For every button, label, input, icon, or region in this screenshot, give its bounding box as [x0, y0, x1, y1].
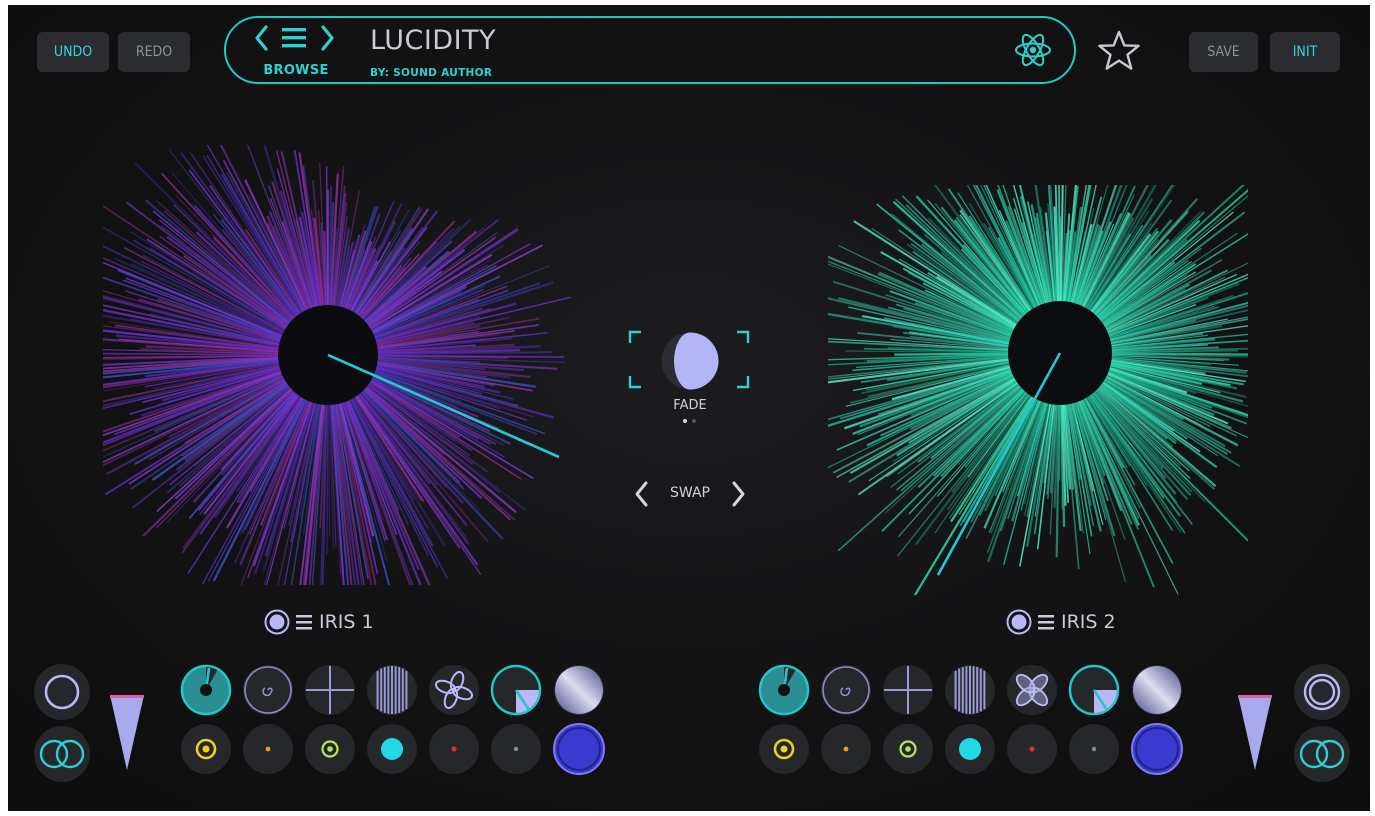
iris1-menu-icon[interactable]: [295, 613, 315, 631]
iris2-power-icon[interactable]: [1006, 609, 1032, 635]
iris1-label: IRIS 1: [319, 611, 374, 633]
iris1-shape-crosshair-icon[interactable]: [304, 664, 356, 716]
iris1-shape-spiral-icon[interactable]: [242, 664, 294, 716]
redo-button[interactable]: REDO: [118, 32, 190, 72]
iris1-color-blue-disc-icon[interactable]: [552, 722, 606, 776]
iris2-header: IRIS 2: [1006, 609, 1116, 635]
fade-mix-knob[interactable]: [660, 331, 720, 391]
iris2-color-cyan-dot-icon[interactable]: [944, 723, 996, 775]
iris1-shape-pie-sector-icon[interactable]: [180, 664, 232, 716]
iris1-color-orange-dot-icon[interactable]: [242, 723, 294, 775]
iris2-level-triangle[interactable]: [1236, 693, 1274, 773]
iris2-color-orange-dot-icon[interactable]: [820, 723, 872, 775]
swap-label[interactable]: SWAP: [659, 485, 721, 501]
iris2-shape-star-flower-icon[interactable]: [1006, 664, 1058, 716]
atom-icon[interactable]: [1013, 30, 1053, 70]
preset-browser-bar: [224, 16, 1076, 84]
menu-icon[interactable]: [281, 26, 307, 50]
browse-label[interactable]: BROWSE: [260, 63, 332, 78]
init-button[interactable]: INIT: [1270, 32, 1340, 72]
iris2-visualizer[interactable]: [828, 185, 1248, 595]
swap-left-icon[interactable]: [632, 479, 650, 509]
iris1-level-triangle[interactable]: [108, 693, 146, 773]
undo-button[interactable]: UNDO: [37, 32, 109, 72]
iris2-shape-gradient-disc-icon[interactable]: [1131, 664, 1183, 716]
iris2-color-grey-dot-icon[interactable]: [1068, 723, 1120, 775]
preset-author: BY: SOUND AUTHOR: [370, 67, 493, 79]
swap-right-icon[interactable]: [730, 479, 748, 509]
spectrum-ray: [894, 352, 1021, 356]
iris2-shape-vertical-lines-icon[interactable]: [944, 664, 996, 716]
iris2-color-blue-disc-icon[interactable]: [1130, 722, 1184, 776]
iris2-shape-pie-sector-icon[interactable]: [758, 664, 810, 716]
iris1-color-red-dot-icon[interactable]: [428, 723, 480, 775]
iris2-color-yellow-ring-dot-icon[interactable]: [758, 723, 810, 775]
iris2-shape-crosshair-icon[interactable]: [882, 664, 934, 716]
iris2-color-green-ring-dot-icon[interactable]: [882, 723, 934, 775]
iris2-color-red-dot-icon[interactable]: [1006, 723, 1058, 775]
prev-preset-icon[interactable]: [252, 23, 270, 53]
iris1-header: IRIS 1: [264, 609, 374, 635]
page-dots: [683, 419, 696, 423]
star-outline-icon[interactable]: [1097, 29, 1141, 73]
iris1-shape-flower-icon[interactable]: [428, 664, 480, 716]
iris2-mode-double-ring-icon[interactable]: [1292, 724, 1352, 784]
next-preset-icon[interactable]: [319, 23, 337, 53]
iris1-mode-single-ring-icon[interactable]: [32, 662, 92, 722]
iris2-menu-icon[interactable]: [1037, 613, 1057, 631]
iris1-shape-quarter-sector-icon[interactable]: [490, 664, 542, 716]
save-button[interactable]: SAVE: [1189, 32, 1258, 72]
iris2-mode-concentric-ring-icon[interactable]: [1292, 662, 1352, 722]
page-dot[interactable]: [692, 419, 696, 423]
preset-title: LUCIDITY: [370, 25, 497, 56]
iris1-shape-gradient-disc-icon[interactable]: [553, 664, 605, 716]
iris1-shape-vertical-lines-icon[interactable]: [366, 664, 418, 716]
iris2-shape-quarter-sector-icon[interactable]: [1068, 664, 1120, 716]
app-window: UNDO REDO BROWSE LUCIDITY BY: SOUND AUTH…: [8, 5, 1370, 811]
iris1-power-icon[interactable]: [264, 609, 290, 635]
iris1-visualizer[interactable]: [103, 145, 583, 585]
iris1-color-grey-dot-icon[interactable]: [490, 723, 542, 775]
iris2-shape-spiral-icon[interactable]: [820, 664, 872, 716]
iris1-mode-double-ring-icon[interactable]: [32, 724, 92, 784]
iris1-color-green-ring-dot-icon[interactable]: [304, 723, 356, 775]
iris1-color-cyan-dot-icon[interactable]: [366, 723, 418, 775]
mix-mode-label: FADE: [673, 398, 707, 413]
iris2-label: IRIS 2: [1061, 611, 1116, 633]
iris1-color-yellow-ring-dot-icon[interactable]: [180, 723, 232, 775]
page-dot-active[interactable]: [683, 419, 687, 423]
